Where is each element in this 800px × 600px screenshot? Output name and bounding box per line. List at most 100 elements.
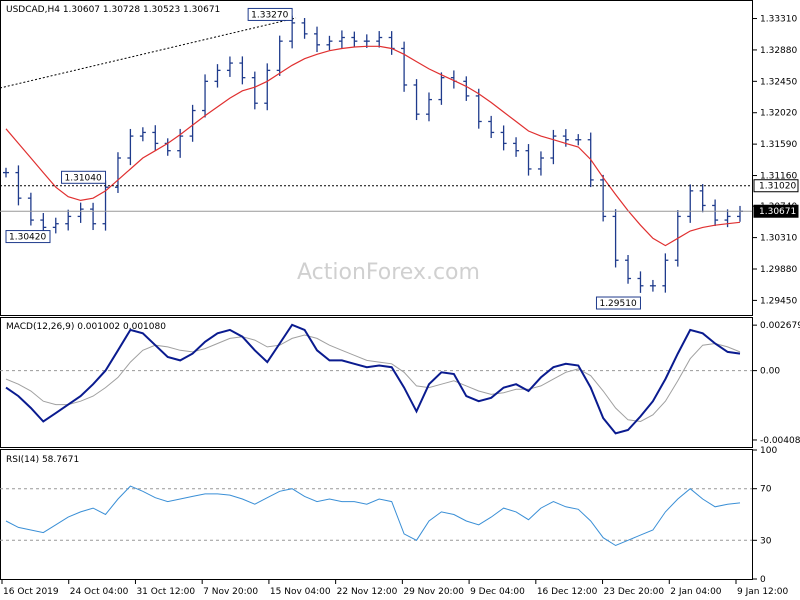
ohlc-bar: [65, 209, 72, 231]
price-panel: USDCAD,H4 1.30607 1.30728 1.30523 1.3067…: [0, 0, 799, 316]
ohlc-bar: [662, 253, 669, 293]
chart-svg: USDCAD,H4 1.30607 1.30728 1.30523 1.3067…: [0, 0, 800, 597]
ohlc-bar: [413, 79, 420, 121]
time-tick-label: 24 Oct 04:00: [70, 587, 129, 597]
ohlc-bar: [488, 115, 495, 139]
ohlc-bar: [326, 35, 333, 51]
ohlc-bar: [102, 180, 109, 231]
time-tick-label: 7 Nov 20:00: [203, 587, 258, 597]
time-tick-label: 16 Dec 12:00: [537, 587, 598, 597]
price-y-tick-label: 1.32450: [760, 77, 797, 87]
ohlc-bar: [699, 184, 706, 213]
ohlc-bar: [152, 125, 159, 151]
price-callout: 1.29510: [595, 296, 641, 310]
time-tick-label: 16 Oct 2019: [3, 587, 59, 597]
price-callout-label: 1.31040: [65, 173, 102, 183]
ohlc-bar: [388, 31, 395, 55]
time-tick-label: 29 Nov 20:00: [403, 587, 464, 597]
ohlc-bar: [687, 184, 694, 223]
time-tick-label: 9 Jan 12:00: [737, 587, 789, 597]
ohlc-bar: [139, 127, 146, 142]
ohlc-bar: [239, 56, 246, 85]
macd-y-tick-label: 0.002679: [760, 321, 800, 331]
ohlc-bar: [513, 137, 520, 157]
ohlc-bar: [500, 125, 507, 151]
price-y-tick-label: 1.32880: [760, 46, 797, 56]
ohlc-bar: [77, 202, 84, 223]
time-tick-label: 2 Jan 04:00: [670, 587, 722, 597]
current-price-label: 1.30671: [753, 204, 799, 218]
ohlc-bar: [226, 56, 233, 77]
rsi-y-tick-label: 70: [760, 485, 772, 495]
price-y-tick-label: 1.33310: [760, 15, 797, 25]
ohlc-bar: [612, 209, 619, 268]
price-y-tick-label: 1.29880: [760, 265, 797, 275]
price-y-tick-label: 1.32020: [760, 109, 797, 119]
ohlc-bar: [338, 30, 345, 49]
macd-signal-line: [5, 334, 741, 423]
price-y-axis: 1.333101.328801.324501.320201.315901.311…: [752, 15, 797, 306]
ohlc-bar: [52, 217, 59, 234]
ohlc-bar: [314, 26, 321, 53]
time-tick-label: 9 Dec 04:00: [470, 587, 525, 597]
rsi-line: [5, 485, 741, 547]
ohlc-bar: [214, 64, 221, 88]
ohlc-bar: [575, 134, 582, 146]
trend-line: [0, 17, 297, 89]
ohlc-bar: [90, 202, 97, 231]
ohlc-bar: [276, 35, 283, 76]
ohlc-bar: [550, 129, 557, 165]
ohlc-bar: [537, 151, 544, 176]
current-price-text: 1.30671: [759, 207, 796, 217]
ohlc-bar: [251, 71, 258, 110]
price-y-tick-label: 1.30310: [760, 234, 797, 244]
ohlc-bar: [625, 254, 632, 284]
ohlc-bar: [164, 138, 171, 156]
price-y-tick-label: 1.31590: [760, 140, 797, 150]
ohlc-bar: [202, 74, 209, 118]
watermark: ActionForex.com: [297, 260, 480, 285]
macd-panel: MACD(12,26,9) 0.001002 0.001080 0.002679…: [0, 317, 800, 448]
price-callout: 1.33270: [247, 7, 293, 21]
price-y-tick-label: 1.29450: [760, 296, 797, 306]
ohlc-bar: [264, 63, 271, 111]
ohlc-bar: [401, 41, 408, 92]
price-bars: [3, 15, 743, 293]
level-price-label: 1.31020: [753, 179, 799, 193]
macd-y-tick-label: 0.00: [760, 367, 780, 377]
ohlc-bar: [637, 271, 644, 293]
price-callout-label: 1.33270: [251, 10, 288, 20]
macd-panel-frame: [0, 317, 753, 448]
time-tick-label: 23 Dec 20:00: [604, 587, 665, 597]
ohlc-bar: [114, 152, 121, 193]
rsi-y-tick-label: 30: [760, 536, 772, 546]
ohlc-bar: [438, 72, 445, 105]
ohlc-bar: [376, 31, 383, 48]
time-tick-label: 22 Nov 12:00: [337, 587, 398, 597]
ohlc-bar: [525, 144, 532, 176]
time-axis: 16 Oct 2019 24 Oct 04:00 31 Oct 12:00 7 Nov…: [1, 580, 789, 597]
ohlc-bar: [737, 205, 743, 222]
macd-info-text: MACD(12,26,9) 0.001002 0.001080: [6, 322, 166, 332]
ohlc-bar: [425, 92, 432, 122]
ohlc-bar: [463, 76, 470, 101]
rsi-panel: RSI(14) 58.7671 100 70 30 0: [0, 446, 777, 585]
moving-average-line: [5, 45, 741, 247]
price-callout: 1.31040: [61, 170, 107, 184]
macd-y-axis: 0.002679 0.00 -0.004086: [752, 321, 800, 446]
ohlc-bar: [712, 199, 719, 227]
ohlc-bar: [301, 17, 308, 39]
ohlc-bar: [649, 279, 656, 292]
macd-y-tick-label: -0.004086: [760, 436, 800, 446]
rsi-y-axis: 100 70 30 0: [752, 446, 777, 585]
ohlc-bar: [351, 31, 358, 48]
time-tick-label: 15 Nov 04:00: [270, 587, 331, 597]
time-tick-label: 31 Oct 12:00: [136, 587, 195, 597]
rsi-panel-frame: [0, 449, 753, 580]
ohlc-bar: [127, 128, 134, 166]
level-price-text: 1.31020: [759, 182, 796, 192]
price-callout-label: 1.30420: [9, 233, 46, 243]
price-callout-label: 1.29510: [599, 299, 636, 309]
ohlc-bar: [27, 192, 34, 226]
rsi-y-tick-label: 0: [760, 575, 766, 585]
